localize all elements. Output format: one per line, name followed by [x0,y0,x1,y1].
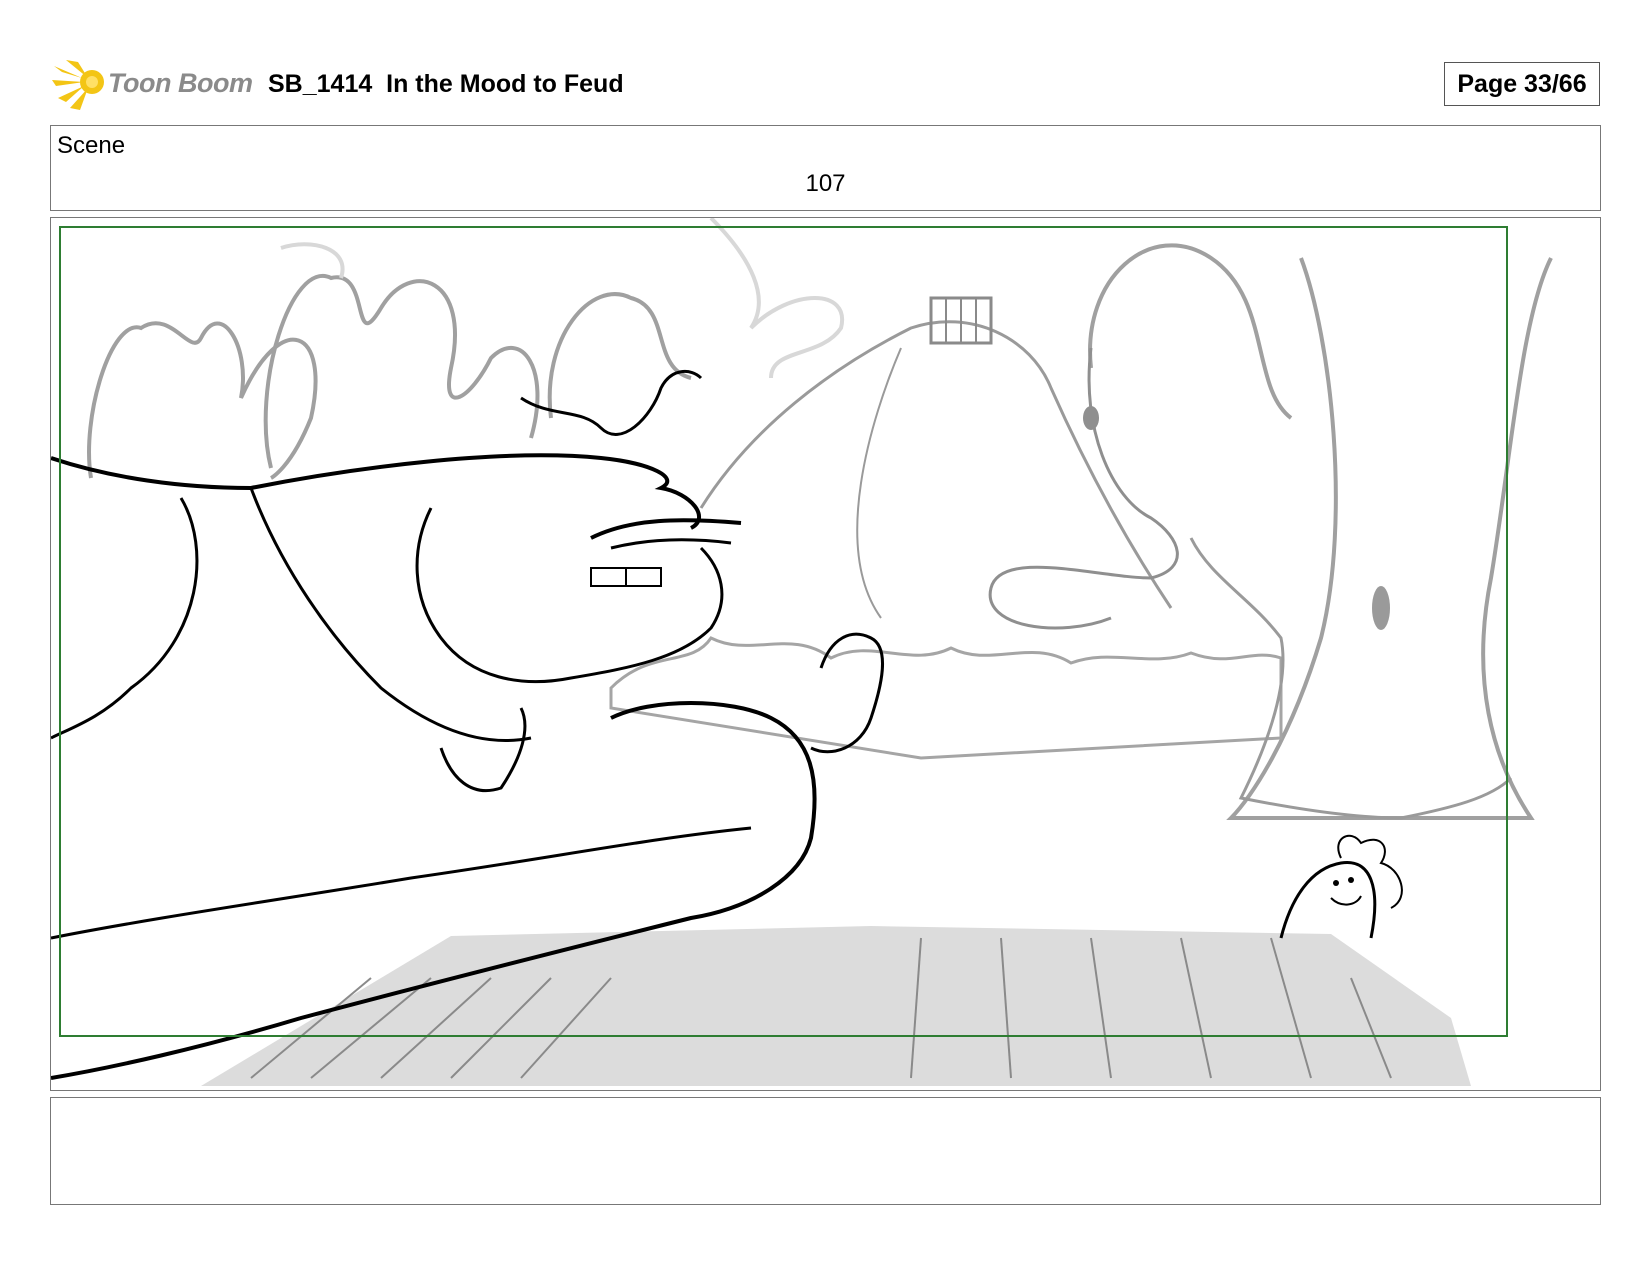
storyboard-panel [50,217,1601,1091]
character-eye-squint [590,518,742,540]
logo-wordmark: Toon Boom [108,68,253,98]
storyboard-sketch [51,218,1553,1086]
notes-box [50,1097,1601,1205]
bush-line [609,636,1283,760]
character-collar [439,707,527,793]
page-indicator: Page 33/66 [1444,62,1600,106]
hilltop-structure [929,296,993,345]
small-character [1279,834,1403,939]
faded-coral [280,218,845,379]
scene-number: 107 [805,170,846,197]
background-creature [988,347,1179,630]
character-beard [415,507,724,684]
scene-label: Scene [57,132,126,159]
scene-info-box: Scene 107 [50,125,1601,211]
character-arm [51,826,752,940]
toon-boom-logo: Toon Boom [52,58,253,110]
document-title: SB_1414 In the Mood to Feud [268,70,624,98]
stage-floor [201,926,1471,1086]
page-header: Toon Boom SB_1414 In the Mood to Feud Pa… [0,0,1650,120]
tree-trunk [1189,537,1513,820]
character-head-top [51,453,701,530]
background-hill [699,320,1173,609]
tree-knot [1372,586,1390,630]
starburst-icon [52,60,104,110]
background-coral [87,243,1553,820]
